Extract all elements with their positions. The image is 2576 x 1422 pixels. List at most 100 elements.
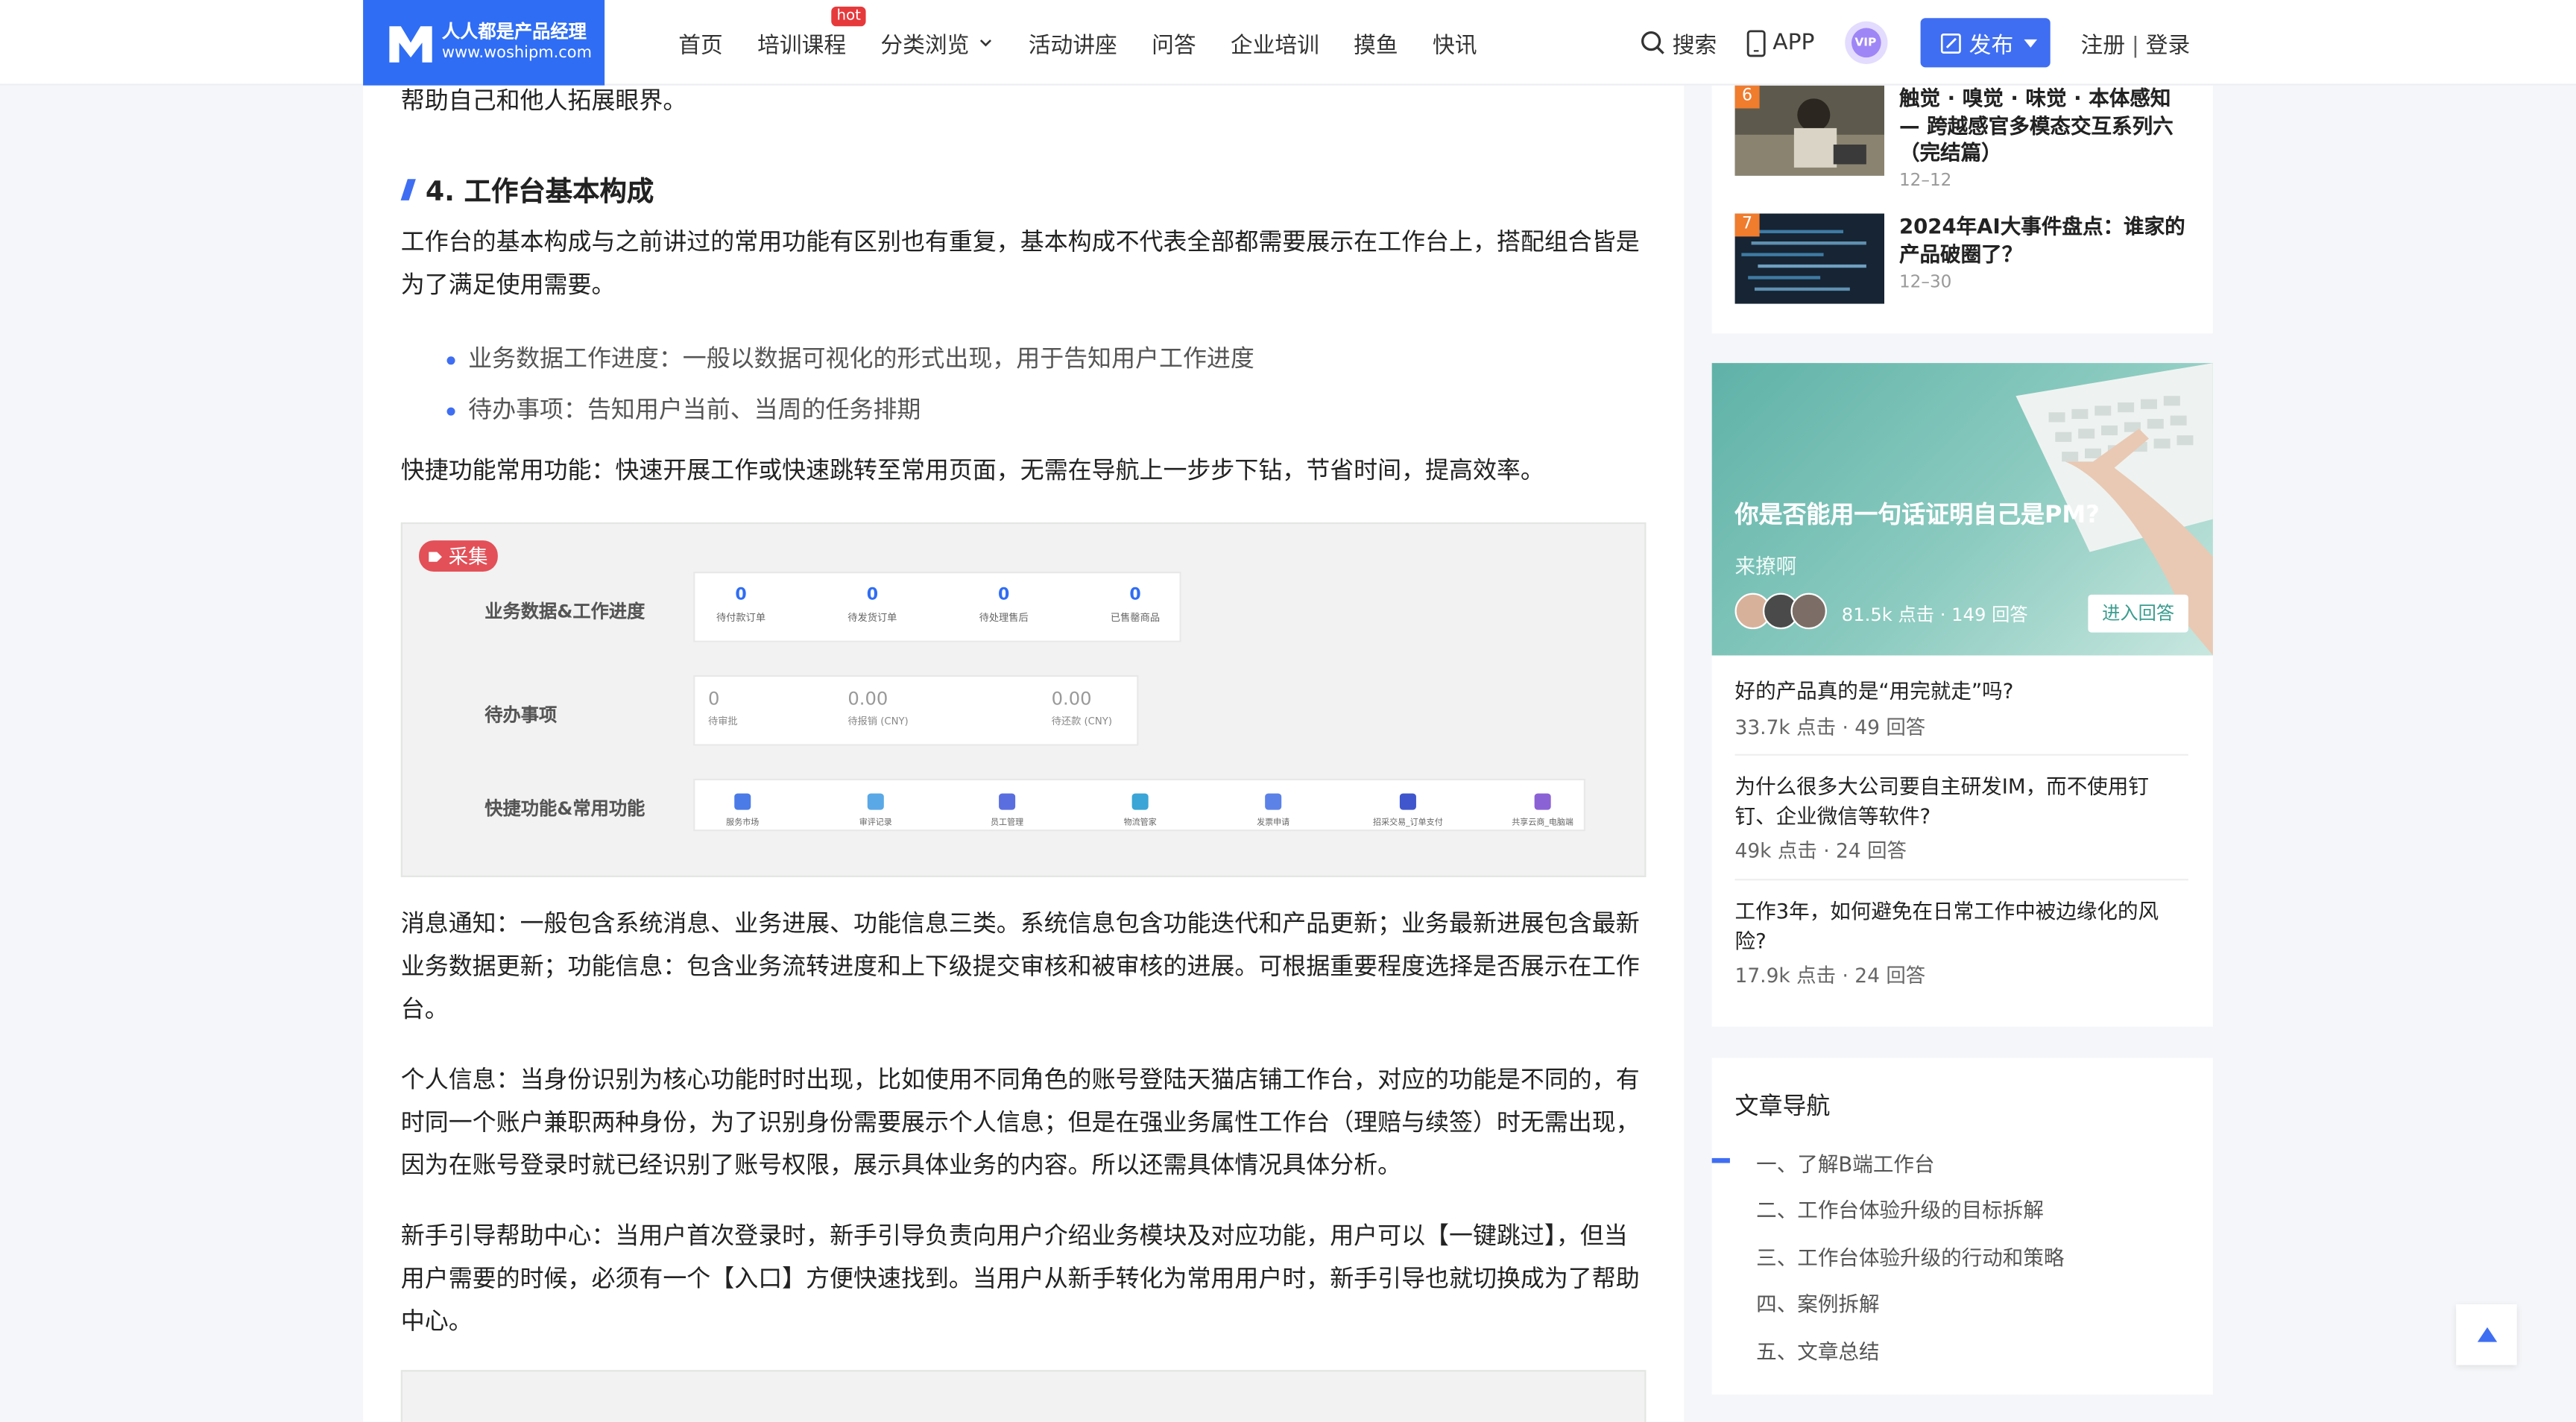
qa-banner-subtitle: 来撩啊 xyxy=(1734,553,1797,578)
logo-icon xyxy=(386,18,435,67)
nav-item-home[interactable]: 首页 xyxy=(678,26,723,59)
nav-label: 分类浏览 xyxy=(880,33,970,60)
toc-active-marker xyxy=(1711,1157,1730,1163)
section-title: 4. 工作台基本构成 xyxy=(425,175,654,207)
divider xyxy=(1734,879,2188,881)
nav-label: 培训课程 xyxy=(757,33,847,60)
qa-list-item[interactable]: 工作3年，如何避免在日常工作中被边缘化的风险? 17.9k 点击 · 24 回答 xyxy=(1735,897,2188,988)
quick-icon xyxy=(734,793,751,810)
quick-icon xyxy=(1131,793,1149,810)
qa-banner-title[interactable]: 你是否能用一句话证明自己是PM? xyxy=(1735,496,2100,531)
next-figure xyxy=(400,1370,1647,1422)
todo-item: 0.00 待还款 (CNY) xyxy=(1051,688,1113,728)
nav-item-news[interactable]: 快讯 xyxy=(1433,26,1477,59)
stat-item: 0 待发货订单 xyxy=(847,586,897,625)
phone-icon xyxy=(1746,29,1766,57)
bullet-item: 待办事项：告知用户当前、当周的任务排期 xyxy=(446,386,1254,437)
publish-label: 发布 xyxy=(1969,33,2014,60)
collect-button[interactable]: 采集 xyxy=(419,540,498,572)
logo-url: www.woshipm.com xyxy=(441,44,593,63)
edit-icon xyxy=(1939,32,1960,53)
qa-question[interactable]: 工作3年，如何避免在日常工作中被边缘化的风险? xyxy=(1735,897,2188,954)
quick-icon xyxy=(1265,793,1282,810)
toc-item[interactable]: 三、工作台体验升级的行动和策略 xyxy=(1756,1240,2064,1271)
search-label: 搜索 xyxy=(1672,33,1717,60)
site-logo[interactable]: 人人都是产品经理 www.woshipm.com xyxy=(363,0,605,86)
figure-row-label: 待办事项 xyxy=(484,704,558,727)
vip-badge[interactable]: VIP xyxy=(1844,21,1887,64)
heading-marker xyxy=(400,178,416,200)
stat-item: 0 待付款订单 xyxy=(716,586,766,625)
rank-thumbnail[interactable]: 7 xyxy=(1734,213,1885,304)
toc-title: 文章导航 xyxy=(1734,1093,1831,1121)
rank-title[interactable]: 触觉 · 嗅觉 · 味觉 · 本体感知 — 跨越感官多模态交互系列六（完结篇） xyxy=(1899,86,2191,167)
search-button[interactable]: 搜索 xyxy=(1640,26,1717,59)
rank-item[interactable]: 7 2024年AI大事件盘点：谁家的产品破圈了？ 12–30 xyxy=(1734,213,2195,304)
nav-item-enterprise[interactable]: 企业培训 xyxy=(1231,26,1319,59)
caret-down-icon xyxy=(2023,39,2037,48)
collect-label: 采集 xyxy=(448,545,488,569)
article-body: 帮助自己和他人拓展眼界。 4. 工作台基本构成 工作台的基本构成与之前讲过的常用… xyxy=(363,0,1685,1422)
rank-number: 7 xyxy=(1734,213,1760,237)
enter-answer-button[interactable]: 进入回答 xyxy=(2088,594,2188,633)
back-to-top-button[interactable] xyxy=(2456,1304,2517,1365)
todo-card: 0 待审批 0.00 待报销 (CNY) 0.00 待还款 (CNY) xyxy=(693,674,1139,746)
quick-item: 服务市场 xyxy=(701,793,783,828)
qa-question[interactable]: 好的产品真的是“用完就走”吗? xyxy=(1735,677,2188,706)
article-paragraph: 工作台的基本构成与之前讲过的常用功能有区别也有重复，基本构成不代表全部都需要展示… xyxy=(400,230,1640,300)
header-actions: 搜索 APP VIP 发布 注册 | 登录 xyxy=(1640,0,2191,86)
nav-item-moyu[interactable]: 摸鱼 xyxy=(1354,26,1398,59)
toc-item[interactable]: 五、文章总结 xyxy=(1756,1334,1879,1365)
nav-item-qa[interactable]: 问答 xyxy=(1152,26,1196,59)
hot-badge: hot xyxy=(831,6,866,27)
todo-item: 0 待审批 xyxy=(707,688,738,728)
nav-item-courses[interactable]: 培训课程 hot xyxy=(757,6,866,60)
rank-date: 12–30 xyxy=(1898,272,1952,293)
quick-item: 员工管理 xyxy=(966,793,1048,828)
article-paragraph: 新手引导帮助中心：当用户首次登录时，新手引导负责向用户介绍业务模块及对应功能，用… xyxy=(400,1224,1640,1336)
logo-title: 人人都是产品经理 xyxy=(441,21,587,43)
quick-item: 审评记录 xyxy=(835,793,917,828)
rank-date: 12–12 xyxy=(1898,171,1952,191)
rank-title[interactable]: 2024年AI大事件盘点：谁家的产品破圈了？ xyxy=(1899,214,2191,268)
figure-row-label: 快捷功能&常用功能 xyxy=(484,798,645,820)
login-link[interactable]: 登录 xyxy=(2146,33,2191,59)
chevron-down-icon xyxy=(979,40,992,47)
app-label: APP xyxy=(1772,29,1815,56)
quick-icon xyxy=(1399,793,1416,810)
toc-card: 文章导航 一、了解B端工作台 二、工作台体验升级的目标拆解 三、工作台体验升级的… xyxy=(1711,1058,2213,1395)
qa-question[interactable]: 为什么很多大公司要自主研发IM，而不使用钉钉、企业微信等软件? xyxy=(1735,772,2188,829)
quick-card: 服务市场 审评记录 员工管理 物流管家 发票申请 招采交易_订单支付 共享云商_… xyxy=(693,778,1585,832)
nav-item-events[interactable]: 活动讲座 xyxy=(1029,26,1117,59)
auth-links: 注册 | 登录 xyxy=(2081,26,2191,59)
article-paragraph: 快捷功能常用功能：快速开展工作或快速跳转至常用页面，无需在导航上一步步下钻，节省… xyxy=(400,458,1544,485)
qa-banner[interactable]: 你是否能用一句话证明自己是PM? 来撩啊 81.5k 点击 · 149 回答 进… xyxy=(1711,363,2213,656)
nav-item-categories[interactable]: 分类浏览 xyxy=(880,26,994,59)
quick-icon xyxy=(1534,793,1551,810)
rank-number: 6 xyxy=(1734,85,1760,109)
toc-item[interactable]: 一、了解B端工作台 xyxy=(1756,1146,1934,1178)
register-link[interactable]: 注册 xyxy=(2081,33,2126,59)
article-paragraph: 消息通知：一般包含系统消息、业务进展、功能信息三类。系统信息包含功能迭代和产品更… xyxy=(400,911,1640,1024)
toc-item[interactable]: 四、案例拆解 xyxy=(1756,1286,1879,1318)
rank-thumbnail[interactable]: 6 xyxy=(1734,85,1885,176)
avatar xyxy=(1790,592,1827,630)
publish-button[interactable]: 发布 xyxy=(1919,18,2050,68)
article-paragraph: 个人信息：当身份识别为核心功能时时出现，比如使用不同角色的账号登陆天猫店铺工作台… xyxy=(400,1067,1640,1180)
search-icon xyxy=(1641,31,1664,54)
rank-item[interactable]: 6 触觉 · 嗅觉 · 味觉 · 本体感知 — 跨越感官多模态交互系列六（完结篇… xyxy=(1734,85,2195,191)
divider xyxy=(1734,753,2188,756)
auth-separator: | xyxy=(2131,33,2139,60)
toc-item[interactable]: 二、工作台体验升级的目标拆解 xyxy=(1756,1192,2044,1224)
figure-row-label: 业务数据&工作进度 xyxy=(484,601,645,623)
article-paragraph: 帮助自己和他人拓展眼界。 xyxy=(400,89,687,116)
quick-icon xyxy=(999,793,1016,810)
bullet-item: 业务数据工作进度：一般以数据可视化的形式出现，用于告知用户工作进度 xyxy=(446,335,1254,386)
qa-list-item[interactable]: 好的产品真的是“用完就走”吗? 33.7k 点击 · 49 回答 xyxy=(1735,677,2188,740)
quick-item: 招采交易_订单支付 xyxy=(1367,793,1449,828)
avatar-group xyxy=(1734,592,1827,630)
qa-list-item[interactable]: 为什么很多大公司要自主研发IM，而不使用钉钉、企业微信等软件? 49k 点击 ·… xyxy=(1735,772,2188,864)
qa-meta: 49k 点击 · 24 回答 xyxy=(1734,839,1907,863)
app-button[interactable]: APP xyxy=(1746,29,1815,57)
todo-item: 0.00 待报销 (CNY) xyxy=(847,688,909,728)
